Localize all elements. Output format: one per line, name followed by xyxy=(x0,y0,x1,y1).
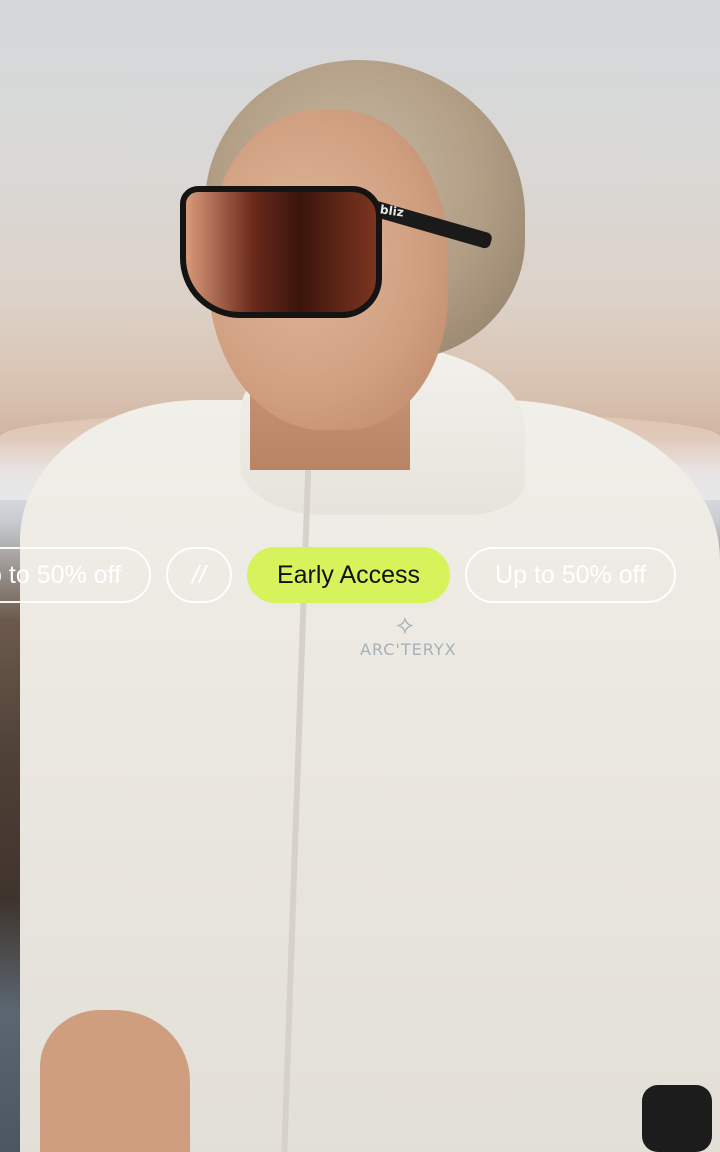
promo-pill-separator: // xyxy=(166,547,232,603)
hero-banner[interactable]: bliz ⟡ ARC'TERYX Up to 50% off // Early … xyxy=(0,0,720,1152)
brand-name-text: ARC'TERYX xyxy=(360,640,457,659)
watch-shape xyxy=(642,1085,712,1152)
hand-shape xyxy=(40,1010,190,1152)
promo-pill-early-access[interactable]: Early Access xyxy=(246,547,451,603)
marquee-track: Up to 50% off // Early Access Up to 50% … xyxy=(0,546,677,604)
promo-marquee[interactable]: Up to 50% off // Early Access Up to 50% … xyxy=(0,546,720,604)
promo-pill-discount[interactable]: Up to 50% off xyxy=(465,547,677,603)
jacket-brand-logo: ⟡ ARC'TERYX xyxy=(360,610,457,659)
promo-pill-discount[interactable]: Up to 50% off xyxy=(0,547,152,603)
goggles-lens xyxy=(180,186,382,318)
bird-logo-icon: ⟡ xyxy=(396,610,414,640)
